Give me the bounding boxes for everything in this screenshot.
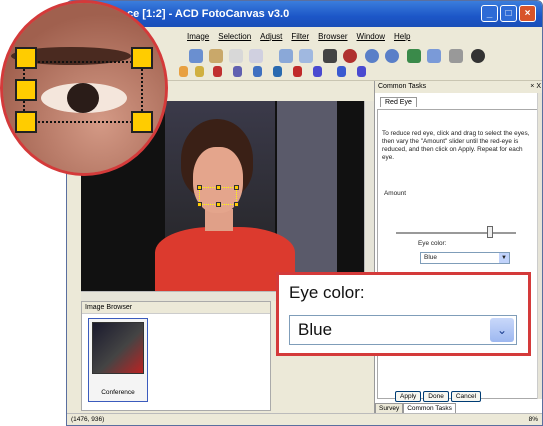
thumbnail-card[interactable]: Conference (88, 318, 148, 402)
undo-arrow-icon[interactable] (449, 49, 463, 63)
menu-help[interactable]: Help (394, 32, 410, 41)
thumbnail-label: Conference (101, 389, 135, 396)
crop-icon[interactable] (323, 49, 337, 63)
eye-color-callout: Eye color: Blue ⌄ (276, 272, 531, 356)
menu-selection[interactable]: Selection (218, 32, 251, 41)
eye-color-label-small: Eye color: (418, 240, 447, 247)
dropdown-chevron-icon[interactable]: ⌄ (490, 318, 514, 342)
select-handle-icon[interactable] (234, 202, 239, 207)
task-pane-scrollbar[interactable] (537, 93, 542, 399)
amount-slider-track[interactable] (396, 232, 516, 234)
select-handle-icon (15, 79, 37, 101)
zoom-in-icon[interactable] (365, 49, 379, 63)
photo-subject-dress (155, 227, 295, 291)
zoom-selection-box (23, 61, 143, 123)
red-eye-icon[interactable] (343, 49, 357, 63)
rotate-icon[interactable] (189, 49, 203, 63)
done-button[interactable]: Done (423, 391, 449, 402)
paste-icon[interactable] (249, 49, 263, 63)
pencil-icon[interactable] (195, 66, 204, 77)
brush-icon[interactable] (179, 66, 188, 77)
menu-filter[interactable]: Filter (291, 32, 309, 41)
amount-label: Amount (384, 190, 407, 197)
tab-red-eye[interactable]: Red Eye (380, 97, 417, 107)
image-browser-title: Image Browser (82, 302, 270, 314)
callout-eye-color-select[interactable]: Blue ⌄ (289, 315, 517, 345)
callout-eye-color-label: Eye color: (289, 283, 365, 302)
dropdown-chevron-icon[interactable]: ▼ (499, 253, 509, 263)
image-browser-panel: Image Browser Conference (81, 301, 271, 411)
select-icon[interactable] (293, 66, 302, 77)
text-icon[interactable] (213, 66, 222, 77)
task-pane: Common Tasks × X Red Eye To reduce red e… (374, 81, 542, 425)
select-handle-icon (15, 47, 37, 69)
color-wheel-icon[interactable] (471, 49, 485, 63)
red-eye-buttons: Apply Done Cancel (395, 391, 482, 402)
select-handle-icon (15, 111, 37, 133)
maximize-button[interactable]: □ (500, 5, 517, 22)
move-icon[interactable] (357, 66, 366, 77)
zoom-magnifier-inset (0, 0, 168, 176)
red-eye-selection[interactable] (197, 185, 239, 207)
select-handle-icon[interactable] (216, 202, 221, 207)
task-pane-header: Common Tasks × X (375, 81, 542, 93)
select-handle-icon[interactable] (234, 185, 239, 190)
copy-icon[interactable] (229, 49, 243, 63)
red-eye-instructions: To reduce red eye, click and drag to sel… (382, 130, 530, 161)
menu-window[interactable]: Window (357, 32, 385, 41)
menu-image[interactable]: Image (187, 32, 209, 41)
close-button[interactable]: × (519, 5, 536, 22)
menu-adjust[interactable]: Adjust (260, 32, 282, 41)
amount-slider-thumb[interactable] (486, 226, 493, 238)
clone-icon[interactable] (253, 66, 262, 77)
shape-icon[interactable] (233, 66, 242, 77)
status-zoom: 8% (528, 416, 538, 423)
select-handle-icon (131, 47, 153, 69)
minimize-button[interactable]: _ (481, 5, 498, 22)
thumbnail-image[interactable] (92, 322, 144, 374)
select-handle-icon[interactable] (197, 185, 202, 190)
callout-eye-color-value: Blue (298, 320, 333, 339)
status-coordinates: (1476, 936) (71, 416, 105, 423)
magic-wand-icon[interactable] (337, 66, 346, 77)
cut-icon[interactable] (209, 49, 223, 63)
cancel-button[interactable]: Cancel (450, 391, 482, 402)
view-icon[interactable] (407, 49, 421, 63)
select-handle-icon (131, 111, 153, 133)
lasso-icon[interactable] (313, 66, 322, 77)
window-controls: _ □ × (481, 5, 536, 22)
task-pane-title: Common Tasks (378, 83, 427, 90)
select-handle-icon[interactable] (197, 202, 202, 207)
menu-browser[interactable]: Browser (318, 32, 347, 41)
select-handle-icon[interactable] (216, 185, 221, 190)
status-bar: (1476, 936) 8% (67, 413, 542, 425)
task-pane-close-icon[interactable]: × X (530, 83, 541, 90)
undo-icon[interactable] (279, 49, 293, 63)
fill-icon[interactable] (273, 66, 282, 77)
eye-color-select-small[interactable]: Blue ▼ (420, 252, 510, 264)
zoom-out-icon[interactable] (385, 49, 399, 63)
redo-icon[interactable] (299, 49, 313, 63)
email-icon[interactable] (427, 49, 441, 63)
viewer-vertical-scrollbar[interactable] (364, 101, 374, 291)
apply-button[interactable]: Apply (395, 391, 422, 402)
eye-color-value-small: Blue (424, 254, 438, 261)
